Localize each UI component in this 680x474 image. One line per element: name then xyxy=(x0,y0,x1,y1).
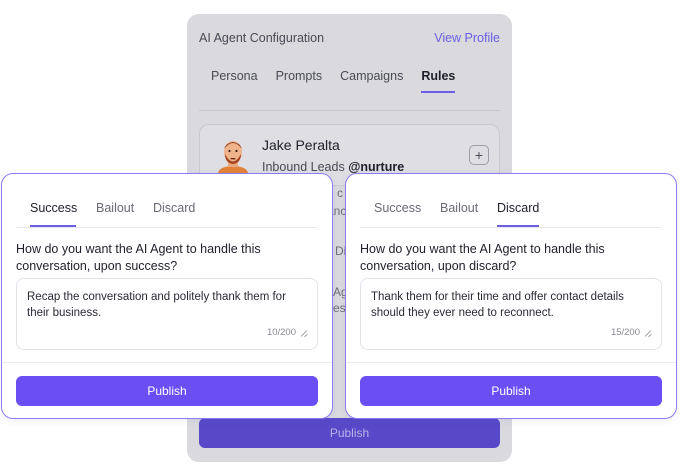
view-profile-link[interactable]: View Profile xyxy=(434,31,500,45)
rule-question: How do you want the AI Agent to handle t… xyxy=(16,242,261,273)
active-tab-indicator xyxy=(497,225,539,227)
card-divider xyxy=(2,362,332,363)
agent-handle: @nurture xyxy=(348,160,405,174)
rule-question: How do you want the AI Agent to handle t… xyxy=(360,242,605,273)
card-divider xyxy=(346,362,676,363)
tab-success[interactable]: Success xyxy=(30,201,77,215)
tab-rules[interactable]: Rules xyxy=(421,69,456,93)
rule-textarea[interactable]: Recap the conversation and politely than… xyxy=(16,278,318,350)
char-counter: 10/200 xyxy=(267,325,307,341)
rule-text: Thank them for their time and offer cont… xyxy=(371,291,624,319)
active-tab-indicator xyxy=(30,225,76,227)
tabs-divider xyxy=(199,110,500,111)
plus-icon[interactable]: + xyxy=(469,145,489,165)
tab-success[interactable]: Success xyxy=(374,201,421,215)
avatar xyxy=(216,137,250,180)
tab-prompts[interactable]: Prompts xyxy=(276,69,323,83)
rule-tabs: Success Bailout Discard xyxy=(360,174,662,228)
background-publish-button[interactable]: Publish xyxy=(199,418,500,448)
publish-button[interactable]: Publish xyxy=(16,376,318,406)
rule-tabs: Success Bailout Discard xyxy=(16,174,318,228)
rule-text: Recap the conversation and politely than… xyxy=(27,291,286,319)
tab-persona[interactable]: Persona xyxy=(211,69,258,83)
tab-bailout[interactable]: Bailout xyxy=(440,201,478,215)
success-rule-card: Success Bailout Discard How do you want … xyxy=(1,173,333,419)
tab-discard[interactable]: Discard xyxy=(153,201,195,215)
discard-rule-card: Success Bailout Discard How do you want … xyxy=(345,173,677,419)
tab-bailout[interactable]: Bailout xyxy=(96,201,134,215)
config-tabs: Persona Prompts Campaigns Rules xyxy=(211,69,456,93)
tab-campaigns[interactable]: Campaigns xyxy=(340,69,403,83)
agent-name: Jake Peralta xyxy=(262,137,340,153)
resize-handle-icon[interactable] xyxy=(300,330,307,337)
char-counter: 15/200 xyxy=(611,325,651,341)
panel-header: AI Agent Configuration View Profile xyxy=(199,28,500,48)
panel-title: AI Agent Configuration xyxy=(199,31,325,45)
tab-discard[interactable]: Discard xyxy=(497,201,539,215)
rule-textarea[interactable]: Thank them for their time and offer cont… xyxy=(360,278,662,350)
agent-role: Inbound Leads @nurture xyxy=(262,160,405,174)
resize-handle-icon[interactable] xyxy=(644,330,651,337)
publish-button[interactable]: Publish xyxy=(360,376,662,406)
